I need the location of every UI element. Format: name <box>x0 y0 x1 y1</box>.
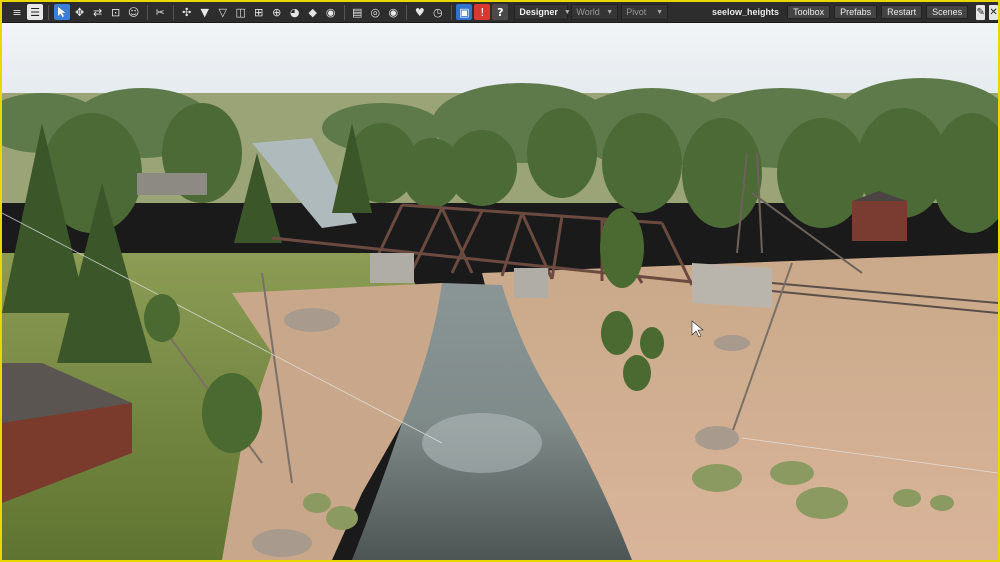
cut-icon[interactable]: ✂ <box>152 4 168 20</box>
shed-right <box>852 201 907 241</box>
snap-icon[interactable]: ✣ <box>179 4 195 20</box>
mode-dropdown[interactable]: Designer ▼ <box>514 4 571 20</box>
list-icon[interactable]: ☰ <box>27 4 43 20</box>
toolbar-divider <box>173 4 174 20</box>
document-icon[interactable]: ▤ <box>349 4 365 20</box>
pivot-dropdown[interactable]: Pivot ▼ <box>621 4 669 20</box>
close-icon[interactable]: ✕ <box>989 4 998 20</box>
heart-icon[interactable]: ♥ <box>412 4 428 20</box>
move-icon[interactable]: ✥ <box>72 4 88 20</box>
pivot-dropdown-value: Pivot <box>626 7 647 17</box>
help-icon[interactable]: ? <box>492 4 509 20</box>
warning-icon[interactable]: ! <box>474 4 491 20</box>
space-dropdown-value: World <box>576 7 600 17</box>
chevron-down-icon: ▼ <box>563 8 571 16</box>
select-icon[interactable] <box>53 4 70 20</box>
bridge-pier-right <box>514 268 548 298</box>
editor-toolbar: ≡ ☰ ✥ ⇄ ⊡ ☺ ✂ ✣ ▼ ▽ ◫ ⊞ ⊕ ◕ ◆ ◉ ▤ ◎ ◉ ♥ … <box>2 2 998 23</box>
space-dropdown[interactable]: World ▼ <box>571 4 619 20</box>
river-reflection <box>422 413 542 473</box>
paint-icon[interactable]: ◕ <box>287 4 303 20</box>
chevron-down-icon: ▼ <box>656 8 664 16</box>
split-icon[interactable]: ◫ <box>233 4 249 20</box>
wrench-icon[interactable]: ✎ <box>976 4 986 20</box>
scene-viewport[interactable] <box>2 23 998 560</box>
prefabs-button[interactable]: Prefabs <box>834 5 878 19</box>
toolbox-button[interactable]: Toolbox <box>787 5 831 19</box>
toolbar-divider <box>343 4 345 20</box>
editor-window: ≡ ☰ ✥ ⇄ ⊡ ☺ ✂ ✣ ▼ ▽ ◫ ⊞ ⊕ ◕ ◆ ◉ ▤ ◎ ◉ ♥ … <box>0 0 1000 562</box>
save-icon[interactable]: ▣ <box>456 4 473 20</box>
eye-off-icon[interactable]: ◎ <box>367 4 383 20</box>
marker-icon[interactable]: ◆ <box>305 4 321 20</box>
scenes-button[interactable]: Scenes <box>926 5 969 19</box>
menu-icon[interactable]: ≡ <box>9 4 25 20</box>
badge-icon[interactable]: ◉ <box>323 4 339 20</box>
toolbar-divider <box>406 4 407 20</box>
chevron-down-icon: ▼ <box>606 8 614 16</box>
timer-icon[interactable]: ◷ <box>430 4 446 20</box>
warehouse-left <box>137 173 207 195</box>
mode-dropdown-value: Designer <box>519 7 558 17</box>
toolbar-divider <box>48 4 49 20</box>
scene-name: seelow_heights <box>712 7 780 17</box>
bridge-pier-left <box>370 253 414 283</box>
eye-icon[interactable]: ◉ <box>385 4 401 20</box>
drop-down-icon[interactable]: ▼ <box>197 4 213 20</box>
drop-up-icon[interactable]: ▽ <box>215 4 231 20</box>
scene-render <box>2 23 998 560</box>
restart-button[interactable]: Restart <box>881 5 923 19</box>
node-icon[interactable]: ⊞ <box>251 4 267 20</box>
bridge-abutment <box>692 263 772 308</box>
link-icon[interactable]: ⇄ <box>90 4 106 20</box>
crosshair-icon[interactable]: ⊕ <box>269 4 285 20</box>
smile-icon[interactable]: ☺ <box>126 4 142 20</box>
scale-icon[interactable]: ⊡ <box>108 4 124 20</box>
toolbar-divider <box>146 4 148 20</box>
toolbar-divider <box>450 4 452 20</box>
